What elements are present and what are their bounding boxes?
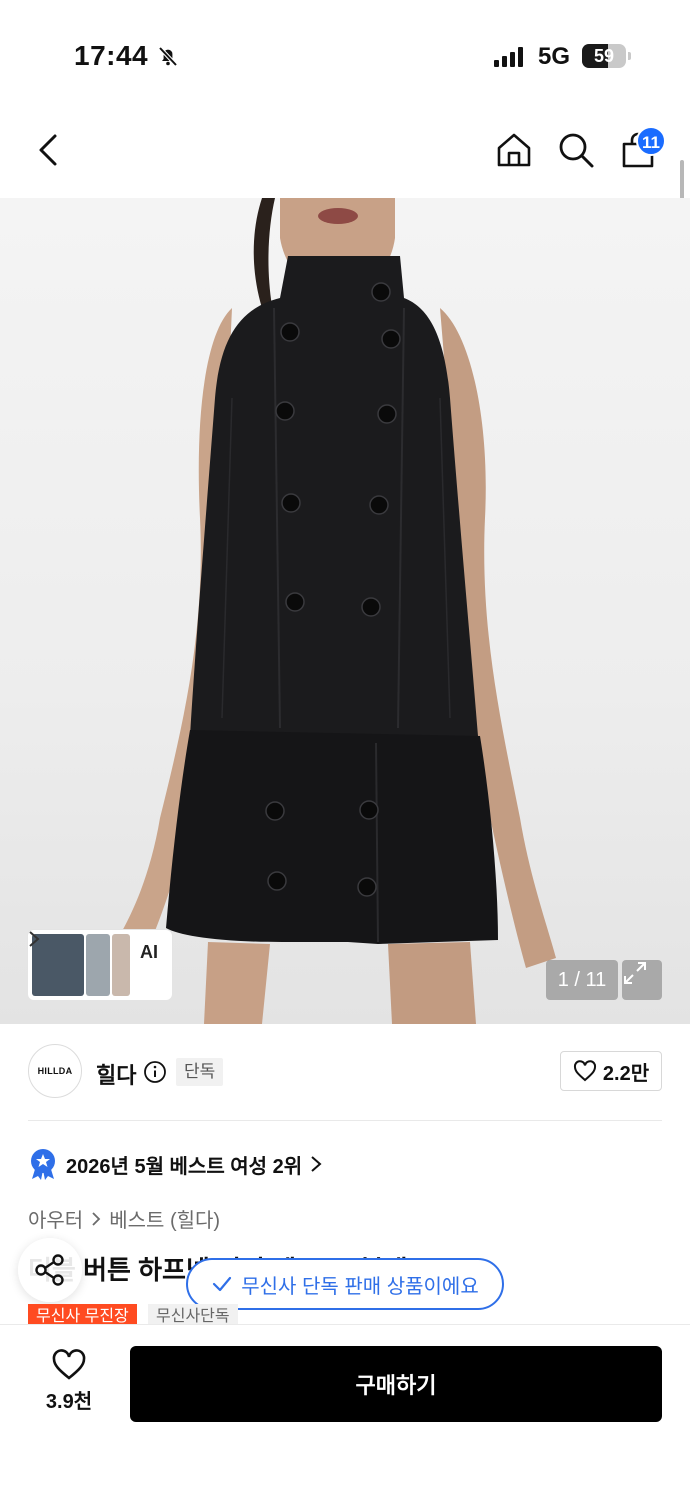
- fullscreen-button[interactable]: [622, 960, 662, 1000]
- battery-tip: [628, 52, 631, 60]
- network-label: 5G: [538, 43, 571, 70]
- divider: [28, 1120, 662, 1121]
- battery-icon: 59: [582, 44, 626, 68]
- top-nav-bar: [0, 100, 690, 198]
- thumbnail-image: [86, 934, 110, 996]
- breadcrumb-subcategory[interactable]: 베스트 (힐다): [109, 1204, 220, 1233]
- brand-logo[interactable]: HILLDA: [28, 1044, 82, 1098]
- search-button[interactable]: [556, 130, 596, 170]
- ai-label: AI: [140, 942, 158, 962]
- info-icon[interactable]: [143, 1060, 167, 1084]
- signal-icon: [494, 47, 526, 72]
- breadcrumb: 아우터 베스트 (힐다): [28, 1204, 220, 1233]
- battery-level: 59: [593, 46, 615, 66]
- product-image[interactable]: AI 1 / 11: [0, 198, 690, 1024]
- breadcrumb-category[interactable]: 아우터: [28, 1204, 83, 1233]
- wishlist-count: 3.9천: [45, 1391, 93, 1413]
- chevron-right-icon: [92, 1211, 101, 1226]
- ai-thumbnail-strip[interactable]: AI: [28, 930, 172, 1000]
- cart-count-badge: 11: [636, 126, 666, 156]
- brand-like-button[interactable]: 2.2만: [560, 1051, 662, 1091]
- toast-text: 무신사 단독 판매 상품이에요: [241, 1275, 479, 1298]
- search-icon: [559, 133, 594, 168]
- thumbnail-image: [112, 934, 130, 996]
- expand-icon: [624, 962, 646, 984]
- heart-icon: [573, 1060, 596, 1082]
- status-bar: 17:44 5G 59: [0, 0, 690, 100]
- ranking-text: 2026년 5월 베스트 여성 2위: [66, 1155, 303, 1178]
- status-time: 17:44: [74, 40, 149, 71]
- back-arrow-icon: [39, 134, 57, 166]
- chevron-right-icon: [29, 931, 40, 947]
- bottom-action-bar: 3.9천 구매하기: [0, 1324, 690, 1500]
- ranking-badge-icon: [31, 1149, 55, 1180]
- exclusive-badge: 단독: [176, 1058, 224, 1086]
- ranking-link[interactable]: 2026년 5월 베스트 여성 2위: [28, 1146, 322, 1182]
- chevron-right-icon: [311, 1156, 322, 1172]
- heart-icon: [52, 1349, 86, 1380]
- back-button[interactable]: [28, 130, 68, 170]
- home-button[interactable]: [494, 130, 534, 170]
- brand-name[interactable]: 힐다: [96, 1058, 136, 1090]
- image-page-counter: 1 / 11: [546, 960, 618, 1000]
- share-button[interactable]: [18, 1238, 82, 1302]
- check-icon: [213, 1276, 232, 1292]
- exclusive-toast: 무신사 단독 판매 상품이에요: [186, 1258, 504, 1310]
- buy-button[interactable]: 구매하기: [130, 1346, 662, 1422]
- product-photo: [118, 198, 556, 1024]
- home-icon: [497, 133, 531, 167]
- wishlist-button[interactable]: 3.9천: [28, 1349, 110, 1419]
- bell-off-icon: [156, 44, 180, 73]
- share-icon: [35, 1254, 64, 1286]
- brand-like-count: 2.2만: [602, 1062, 650, 1085]
